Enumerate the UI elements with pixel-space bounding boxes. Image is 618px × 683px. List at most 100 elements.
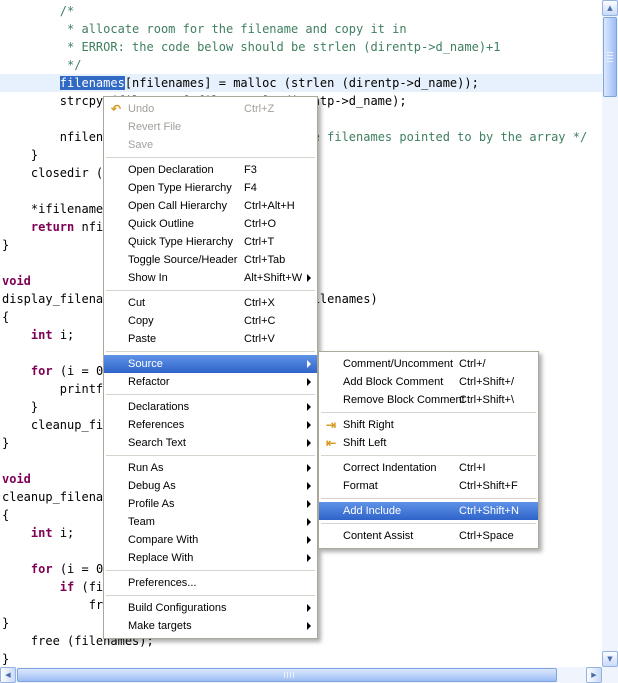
source-submenu-item-correct-indentation[interactable]: Correct IndentationCtrl+I (319, 459, 538, 477)
menu-item-label: Replace With (128, 552, 193, 564)
code-segment (2, 76, 60, 90)
menu-separator (321, 412, 536, 413)
context-menu-item-cut[interactable]: CutCtrl+X (104, 294, 317, 312)
submenu-arrow-icon (307, 536, 311, 544)
source-submenu-item-add-include[interactable]: Add IncludeCtrl+Shift+N (319, 502, 538, 520)
context-menu-item-search-text[interactable]: Search Text (104, 434, 317, 452)
menu-item-shortcut: F3 (244, 161, 257, 179)
menu-item-label: Profile As (128, 498, 174, 510)
context-menu-item-toggle-source-header[interactable]: Toggle Source/HeaderCtrl+Tab (104, 251, 317, 269)
menu-separator (106, 455, 315, 456)
menu-item-label: Content Assist (343, 530, 413, 542)
menu-separator (106, 595, 315, 596)
context-menu-item-copy[interactable]: CopyCtrl+C (104, 312, 317, 330)
menu-item-label: Source (128, 358, 163, 370)
menu-item-label: Paste (128, 333, 156, 345)
code-segment: */ (2, 58, 81, 72)
menu-separator (106, 351, 315, 352)
shift-left-icon: ⇤ (322, 434, 340, 452)
menu-item-label: Save (128, 139, 153, 151)
source-submenu-item-shift-right[interactable]: ⇥Shift Right (319, 416, 538, 434)
context-menu-item-open-declaration[interactable]: Open DeclarationF3 (104, 161, 317, 179)
vertical-scrollbar-thumb[interactable] (603, 17, 617, 97)
menu-item-shortcut: Ctrl+Shift+/ (459, 373, 514, 391)
submenu-arrow-icon (307, 554, 311, 562)
code-segment: for (31, 562, 53, 576)
code-segment: [nfilenames] = malloc (strlen (direntp->… (125, 76, 479, 90)
source-submenu-item-content-assist[interactable]: Content AssistCtrl+Space (319, 527, 538, 545)
scroll-up-button[interactable]: ▲ (602, 0, 618, 16)
menu-item-shortcut: Ctrl+V (244, 330, 275, 348)
code-segment (2, 328, 31, 342)
context-menu-item-declarations[interactable]: Declarations (104, 398, 317, 416)
context-menu-item-open-call-hierarchy[interactable]: Open Call HierarchyCtrl+Alt+H (104, 197, 317, 215)
source-submenu: Comment/UncommentCtrl+/Add Block Comment… (318, 351, 539, 549)
context-menu-item-refactor[interactable]: Refactor (104, 373, 317, 391)
menu-item-shortcut: Ctrl+X (244, 294, 275, 312)
context-menu-item-compare-with[interactable]: Compare With (104, 531, 317, 549)
context-menu-item-run-as[interactable]: Run As (104, 459, 317, 477)
context-menu-item-references[interactable]: References (104, 416, 317, 434)
menu-item-label: Revert File (128, 121, 181, 133)
submenu-arrow-icon (307, 360, 311, 368)
menu-item-label: Add Include (343, 505, 401, 517)
source-submenu-item-comment-uncomment[interactable]: Comment/UncommentCtrl+/ (319, 355, 538, 373)
context-menu-item-undo: ↶UndoCtrl+Z (104, 100, 317, 118)
menu-separator (321, 523, 536, 524)
code-segment: * ERROR: the code below should be strlen… (2, 40, 501, 54)
menu-item-label: Search Text (128, 437, 186, 449)
context-menu-item-build-configurations[interactable]: Build Configurations (104, 599, 317, 617)
source-submenu-item-shift-left[interactable]: ⇤Shift Left (319, 434, 538, 452)
code-segment: if (60, 580, 74, 594)
code-line: */ (2, 56, 587, 74)
context-menu-item-team[interactable]: Team (104, 513, 317, 531)
source-submenu-item-remove-block-comment[interactable]: Remove Block CommentCtrl+Shift+\ (319, 391, 538, 409)
context-menu-item-debug-as[interactable]: Debug As (104, 477, 317, 495)
menu-item-label: Toggle Source/Header (128, 254, 237, 266)
menu-item-label: Declarations (128, 401, 189, 413)
undo-icon: ↶ (107, 100, 125, 118)
context-menu-item-quick-outline[interactable]: Quick OutlineCtrl+O (104, 215, 317, 233)
menu-item-label: Show In (128, 272, 168, 284)
scroll-down-icon: ▼ (607, 655, 612, 663)
shift-right-icon: ⇥ (322, 416, 340, 434)
context-menu-item-replace-with[interactable]: Replace With (104, 549, 317, 567)
menu-item-label: Open Call Hierarchy (128, 200, 227, 212)
vertical-scrollbar[interactable]: ▲ ▼ (602, 0, 618, 667)
code-segment: i; (53, 328, 75, 342)
horizontal-scrollbar-thumb[interactable] (17, 668, 557, 682)
scroll-left-icon: ◀ (5, 671, 10, 679)
menu-item-label: Add Block Comment (343, 376, 443, 388)
code-line: } (2, 650, 587, 667)
context-menu-item-open-type-hierarchy[interactable]: Open Type HierarchyF4 (104, 179, 317, 197)
source-submenu-item-add-block-comment[interactable]: Add Block Comment Ctrl+Shift+/ (319, 373, 538, 391)
code-segment: } (2, 652, 9, 666)
code-segment: i; (53, 526, 75, 540)
source-submenu-item-format[interactable]: FormatCtrl+Shift+F (319, 477, 538, 495)
context-menu-item-quick-type-hierarchy[interactable]: Quick Type HierarchyCtrl+T (104, 233, 317, 251)
menu-item-label: Run As (128, 462, 163, 474)
menu-item-label: Quick Type Hierarchy (128, 236, 233, 248)
menu-item-shortcut: Ctrl+C (244, 312, 275, 330)
context-menu-item-make-targets[interactable]: Make targets (104, 617, 317, 635)
menu-item-label: Build Configurations (128, 602, 226, 614)
context-menu-item-preferences[interactable]: Preferences... (104, 574, 317, 592)
code-segment: int (31, 328, 53, 342)
menu-item-label: Debug As (128, 480, 176, 492)
scroll-down-button[interactable]: ▼ (602, 651, 618, 667)
context-menu-item-show-in[interactable]: Show InAlt+Shift+W (104, 269, 317, 287)
scroll-left-button[interactable]: ◀ (0, 667, 16, 683)
context-menu-item-paste[interactable]: Paste Ctrl+V (104, 330, 317, 348)
horizontal-scrollbar[interactable]: ◀ ▶ (0, 667, 602, 683)
context-menu-item-source[interactable]: Source (104, 355, 317, 373)
menu-item-label: Comment/Uncomment (343, 358, 453, 370)
code-line: * allocate room for the filename and cop… (2, 20, 587, 38)
submenu-arrow-icon (307, 378, 311, 386)
code-segment: } (2, 148, 38, 162)
code-segment: { (2, 508, 9, 522)
scroll-right-button[interactable]: ▶ (586, 667, 602, 683)
context-menu-item-profile-as[interactable]: Profile As (104, 495, 317, 513)
code-segment: int (31, 526, 53, 540)
menu-separator (106, 570, 315, 571)
menu-item-label: Preferences... (128, 577, 196, 589)
